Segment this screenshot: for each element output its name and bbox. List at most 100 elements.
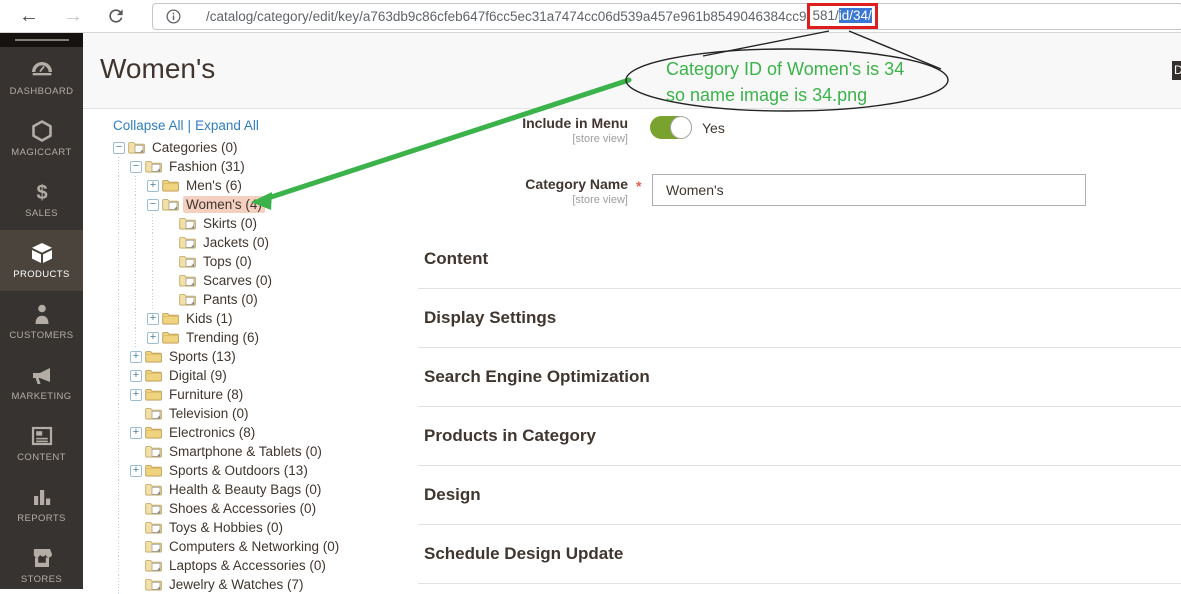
- sidebar-item-magiccart[interactable]: MAGICCART: [0, 108, 83, 169]
- tree-node-label[interactable]: Toys & Hobbies (0): [166, 519, 286, 536]
- tree-node-categories-0: − Categories (0): [95, 138, 415, 157]
- tree-node-label[interactable]: Health & Beauty Bags (0): [166, 481, 324, 498]
- sidebar-item-reports[interactable]: REPORTS: [0, 474, 83, 535]
- info-icon[interactable]: [165, 8, 182, 25]
- collapse-toggle-icon[interactable]: −: [147, 199, 159, 211]
- tree-node-label[interactable]: Sports & Outdoors (13): [166, 462, 311, 479]
- tree-node-toys-hobbies-0: Toys & Hobbies (0): [95, 518, 415, 537]
- tree-node-label[interactable]: Jewelry & Watches (7): [166, 576, 307, 593]
- tree-guide-line: [130, 252, 147, 271]
- section-design[interactable]: Design: [418, 466, 1181, 525]
- folder-open-icon: [145, 160, 162, 173]
- tree-node-label[interactable]: Men's (6): [183, 177, 245, 194]
- expand-toggle-icon[interactable]: +: [147, 180, 159, 192]
- sidebar-item-customers[interactable]: CUSTOMERS: [0, 291, 83, 352]
- browser-forward-icon[interactable]: →: [58, 2, 88, 30]
- expand-all-link[interactable]: Expand All: [195, 118, 259, 133]
- tree-guide-line: [113, 328, 130, 347]
- tree-node-label[interactable]: Laptops & Accessories (0): [166, 557, 329, 574]
- tree-node-laptops-accessories-0: Laptops & Accessories (0): [95, 556, 415, 575]
- category-name-input[interactable]: [652, 174, 1086, 206]
- sidebar-item-dashboard[interactable]: DASHBOARD: [0, 47, 83, 108]
- sidebar-item-label: CUSTOMERS: [9, 330, 73, 341]
- collapse-toggle-icon[interactable]: −: [113, 142, 125, 154]
- section-schedule-design-update[interactable]: Schedule Design Update: [418, 525, 1181, 584]
- section-products-in-category[interactable]: Products in Category: [418, 407, 1181, 466]
- tree-guide-line: [113, 537, 130, 556]
- required-asterisk: *: [636, 178, 641, 194]
- tree-node-label[interactable]: Computers & Networking (0): [166, 538, 342, 555]
- tree-node-label[interactable]: Television (0): [166, 405, 252, 422]
- tree-guide-line: [113, 442, 130, 461]
- tree-node-label[interactable]: Women's (4): [183, 196, 265, 213]
- tree-node-sports-13: + Sports (13): [95, 347, 415, 366]
- tree-guide-line: [113, 233, 130, 252]
- tree-node-label[interactable]: Scarves (0): [200, 272, 275, 289]
- tree-node-trending-6: + Trending (6): [95, 328, 415, 347]
- sidebar-item-label: MAGICCART: [11, 147, 71, 158]
- tree-node-label[interactable]: Trending (6): [183, 329, 262, 346]
- tree-node-label[interactable]: Skirts (0): [200, 215, 260, 232]
- collapse-toggle-icon[interactable]: −: [130, 161, 142, 173]
- sidebar-item-products[interactable]: PRODUCTS: [0, 230, 83, 291]
- section-display-settings[interactable]: Display Settings: [418, 289, 1181, 348]
- sidebar-item-sales[interactable]: $SALES: [0, 169, 83, 230]
- tree-guide-line: [113, 309, 130, 328]
- sidebar-item-label: PRODUCTS: [13, 269, 70, 280]
- tree-guide-line: [113, 404, 130, 423]
- tree-guide-line: [130, 233, 147, 252]
- delete-button-partial[interactable]: D: [1172, 61, 1181, 80]
- expand-toggle-icon[interactable]: +: [130, 389, 142, 401]
- collapse-all-link[interactable]: Collapse All: [113, 118, 184, 133]
- folder-open-icon: [145, 502, 162, 515]
- expand-toggle-icon[interactable]: +: [147, 332, 159, 344]
- tree-node-kids-1: + Kids (1): [95, 309, 415, 328]
- include-in-menu-toggle[interactable]: [650, 116, 692, 139]
- tree-node-label[interactable]: Sports (13): [166, 348, 239, 365]
- tree-node-label[interactable]: Kids (1): [183, 310, 236, 327]
- folder-open-icon: [179, 255, 196, 268]
- tree-node-label[interactable]: Digital (9): [166, 367, 230, 384]
- products-icon: [30, 241, 54, 265]
- tree-node-furniture-8: + Furniture (8): [95, 385, 415, 404]
- expand-toggle-icon[interactable]: +: [130, 427, 142, 439]
- folder-closed-icon: [145, 369, 162, 382]
- tree-guide-line: [113, 575, 130, 594]
- expand-toggle-icon[interactable]: +: [130, 370, 142, 382]
- expand-toggle-icon[interactable]: +: [130, 465, 142, 477]
- sidebar-item-content[interactable]: CONTENT: [0, 413, 83, 474]
- tree-node-label[interactable]: Shoes & Accessories (0): [166, 500, 319, 517]
- tree-node-label[interactable]: Electronics (8): [166, 424, 258, 441]
- browser-reload-icon[interactable]: [106, 6, 126, 26]
- toggle-knob: [670, 116, 692, 139]
- tree-node-label[interactable]: Fashion (31): [166, 158, 248, 175]
- browser-back-icon[interactable]: ←: [14, 2, 44, 30]
- folder-open-icon: [128, 141, 145, 154]
- sidebar-item-stores[interactable]: STORES: [0, 535, 83, 589]
- sidebar-item-label: STORES: [21, 574, 62, 585]
- folder-closed-icon: [162, 179, 179, 192]
- folder-open-icon: [179, 274, 196, 287]
- url-bar[interactable]: /catalog/category/edit/key/a763db9c86cfe…: [152, 3, 1181, 30]
- tree-node-men-s-6: + Men's (6): [95, 176, 415, 195]
- section-content[interactable]: Content: [418, 230, 1181, 289]
- marketing-icon: [30, 363, 54, 387]
- folder-open-icon: [145, 540, 162, 553]
- tree-guide-line: [147, 214, 164, 233]
- expand-toggle-icon[interactable]: +: [130, 351, 142, 363]
- tree-node-label[interactable]: Categories (0): [149, 139, 241, 156]
- tree-node-label[interactable]: Pants (0): [200, 291, 261, 308]
- expand-toggle-icon[interactable]: +: [147, 313, 159, 325]
- tree-guide-line: [113, 252, 130, 271]
- reports-icon: [30, 485, 54, 509]
- tree-node-label[interactable]: Jackets (0): [200, 234, 272, 251]
- tree-guide-line: [113, 214, 130, 233]
- section-search-engine-optimization[interactable]: Search Engine Optimization: [418, 348, 1181, 407]
- section-title: Search Engine Optimization: [424, 367, 650, 387]
- tree-node-television-0: Television (0): [95, 404, 415, 423]
- tree-node-label[interactable]: Furniture (8): [166, 386, 246, 403]
- url-text[interactable]: /catalog/category/edit/key/a763db9c86cfe…: [206, 9, 878, 24]
- tree-node-label[interactable]: Smartphone & Tablets (0): [166, 443, 325, 460]
- sidebar-item-marketing[interactable]: MARKETING: [0, 352, 83, 413]
- tree-node-label[interactable]: Tops (0): [200, 253, 255, 270]
